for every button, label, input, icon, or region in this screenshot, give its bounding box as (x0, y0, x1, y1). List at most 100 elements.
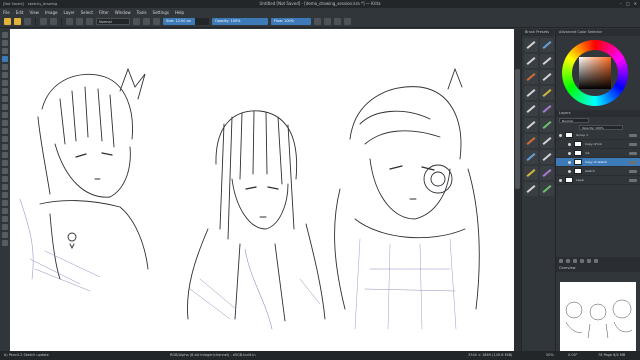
smart-patch-tool-icon[interactable] (2, 168, 8, 174)
canvas-vertical-scrollbar[interactable] (514, 29, 521, 351)
polyline-tool-icon[interactable] (2, 96, 8, 102)
text-tool-icon[interactable] (2, 136, 8, 142)
ellipse-tool-icon[interactable] (2, 80, 8, 86)
layer-row-selected[interactable]: Copy of sketch (556, 158, 640, 167)
brush-preset-item[interactable] (540, 182, 554, 196)
brush-preset-item[interactable] (524, 102, 538, 116)
color-picker-tool-icon[interactable] (2, 160, 8, 166)
visibility-icon[interactable] (568, 160, 571, 164)
contiguous-select-tool-icon[interactable] (2, 224, 8, 230)
layer-opacity-field[interactable]: Opacity: 100% (579, 125, 623, 130)
move-tool-icon[interactable] (2, 40, 8, 46)
color-wheel[interactable] (562, 40, 628, 106)
open-document-icon[interactable] (14, 18, 21, 25)
brush-preset-item[interactable] (540, 38, 554, 52)
rect-select-tool-icon[interactable] (2, 200, 8, 206)
eraser-mode-icon[interactable] (133, 18, 140, 25)
menu-edit[interactable]: Edit (16, 10, 24, 15)
saturation-value-square[interactable] (579, 57, 611, 89)
opacity-slider[interactable]: Opacity: 100% (212, 18, 268, 25)
brush-preset-item[interactable] (524, 150, 538, 164)
visibility-icon[interactable] (568, 169, 571, 173)
brush-preset-item[interactable] (540, 150, 554, 164)
move-layer-down-icon[interactable] (580, 259, 584, 263)
menu-help[interactable]: Help (175, 10, 184, 15)
bezier-tool-icon[interactable] (2, 104, 8, 110)
brush-preset-item[interactable] (540, 118, 554, 132)
layer-properties-icon[interactable] (587, 259, 591, 263)
brush-preset-item[interactable] (540, 166, 554, 180)
menu-window[interactable]: Window (115, 10, 131, 15)
menu-image[interactable]: Image (45, 10, 58, 15)
visibility-icon[interactable] (568, 151, 571, 155)
canvas-only-icon[interactable] (344, 18, 351, 25)
fill-tool-icon[interactable] (2, 152, 8, 158)
assistant-tool-icon[interactable] (2, 176, 8, 182)
visibility-icon[interactable] (568, 142, 571, 146)
size-slider[interactable]: Size: 12.00 px (163, 18, 209, 25)
layer-blend-select[interactable]: Normal (559, 118, 589, 123)
layer-flags[interactable] (629, 133, 637, 137)
maximize-button[interactable]: □ (626, 1, 630, 6)
brush-preset-item[interactable] (524, 86, 538, 100)
status-rotation[interactable]: 0.00° (568, 353, 578, 357)
gradient-tool-icon[interactable] (2, 144, 8, 150)
menu-filter[interactable]: Filter (99, 10, 109, 15)
undo-icon[interactable] (40, 18, 47, 25)
mirror-horizontal-icon[interactable] (314, 18, 321, 25)
menu-file[interactable]: File (3, 10, 10, 15)
crop-tool-icon[interactable] (2, 48, 8, 54)
brush-preset-item[interactable] (524, 134, 538, 148)
measure-tool-icon[interactable] (2, 184, 8, 190)
brush-preset-item[interactable] (540, 54, 554, 68)
layer-flags[interactable] (629, 151, 637, 155)
multibrush-tool-icon[interactable] (2, 128, 8, 134)
dynamic-brush-tool-icon[interactable] (2, 120, 8, 126)
layer-flags[interactable] (629, 169, 637, 173)
brush-preset-item[interactable] (540, 102, 554, 116)
pan-tool-icon[interactable] (2, 240, 8, 246)
blend-mode-select[interactable]: Normal (96, 18, 130, 25)
polygon-tool-icon[interactable] (2, 88, 8, 94)
new-document-icon[interactable] (4, 18, 11, 25)
add-layer-icon[interactable] (559, 259, 563, 263)
save-icon[interactable] (24, 18, 31, 25)
menu-tools[interactable]: Tools (137, 10, 147, 15)
brush-preset-item[interactable] (524, 70, 538, 84)
status-zoom[interactable]: 50% (546, 353, 554, 357)
reload-preset-icon[interactable] (153, 18, 160, 25)
brush-preset-item[interactable] (524, 118, 538, 132)
minimize-button[interactable]: – (620, 1, 622, 6)
menu-layer[interactable]: Layer (63, 10, 74, 15)
delete-layer-icon[interactable] (594, 259, 598, 263)
brush-preset-item[interactable] (524, 54, 538, 68)
menu-view[interactable]: View (29, 10, 39, 15)
layer-row[interactable]: Group 1 (556, 131, 640, 140)
layer-row[interactable]: Layer (556, 176, 640, 185)
layer-flags[interactable] (629, 142, 637, 146)
layer-row[interactable]: Copy of ink (556, 140, 640, 149)
mirror-vertical-icon[interactable] (324, 18, 331, 25)
preserve-alpha-icon[interactable] (143, 18, 150, 25)
brush-preset-icon[interactable] (86, 18, 93, 25)
brush-preset-item[interactable] (524, 38, 538, 52)
visibility-icon[interactable] (559, 133, 562, 137)
brush-preset-item[interactable] (540, 70, 554, 84)
duplicate-layer-icon[interactable] (566, 259, 570, 263)
pattern-icon[interactable] (76, 18, 83, 25)
reference-tool-icon[interactable] (2, 192, 8, 198)
menu-settings[interactable]: Settings (153, 10, 169, 15)
transform-tool-icon[interactable] (2, 32, 8, 38)
brush-preset-item[interactable] (524, 182, 538, 196)
line-tool-icon[interactable] (2, 64, 8, 70)
brush-preset-item[interactable] (540, 134, 554, 148)
freehand-brush-tool-icon[interactable] (2, 56, 8, 62)
layer-flags[interactable] (629, 160, 637, 164)
freehand-path-tool-icon[interactable] (2, 112, 8, 118)
flow-slider[interactable]: Flow: 100% (271, 18, 311, 25)
close-button[interactable]: ✕ (634, 1, 637, 6)
brush-preset-item[interactable] (524, 166, 538, 180)
layer-row[interactable]: ink (556, 149, 640, 158)
rectangle-tool-icon[interactable] (2, 72, 8, 78)
lasso-select-tool-icon[interactable] (2, 216, 8, 222)
